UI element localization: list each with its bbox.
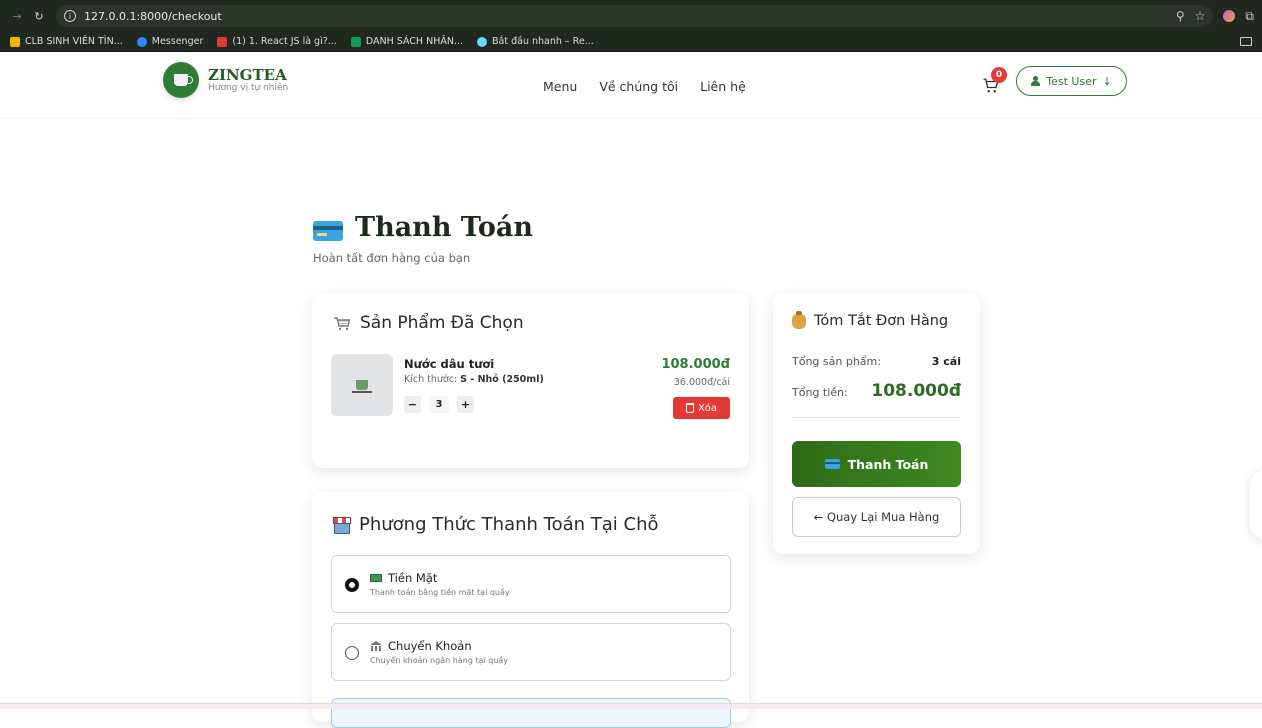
total-value: 108.000đ xyxy=(871,381,961,401)
cart-count-badge: 0 xyxy=(991,67,1007,83)
size-label: Kích thước: xyxy=(404,374,458,385)
page-title: Thanh Toán xyxy=(313,212,533,243)
bottom-bar xyxy=(0,703,1262,709)
product-size: Kích thước: S - Nhỏ (250ml) xyxy=(404,374,544,385)
checkout-label: Thanh Toán xyxy=(847,456,929,472)
size-value: S - Nhỏ (250ml) xyxy=(460,374,544,385)
checkout-button[interactable]: Thanh Toán xyxy=(792,441,961,487)
bookmark-item[interactable]: CLB SINH VIÊN TÌN... xyxy=(10,36,123,47)
url-text: 127.0.0.1:8000/checkout xyxy=(84,9,222,23)
zoom-icon[interactable]: ⚲ xyxy=(1176,9,1185,23)
floating-chat-button[interactable] xyxy=(1250,470,1262,540)
payment-method-card: Phương Thức Thanh Toán Tại Chỗ Tiền Mặt … xyxy=(312,492,749,728)
puzzle-icon[interactable]: ⧉ xyxy=(1245,9,1254,24)
user-menu-button[interactable]: Test User ↓ xyxy=(1016,66,1127,96)
page-subtitle: Hoàn tất đơn hàng của bạn xyxy=(313,251,471,265)
total-label: Tổng tiền: xyxy=(792,386,848,399)
payment-heading-text: Phương Thức Thanh Toán Tại Chỗ xyxy=(359,514,659,535)
brand-tagline: Hương vị tự nhiên xyxy=(208,83,289,93)
nav-contact[interactable]: Liên hệ xyxy=(700,79,746,94)
nav-menu[interactable]: Menu xyxy=(543,79,577,94)
bookmark-item[interactable]: (1) 1. React JS là gì?... xyxy=(217,36,337,47)
products-heading-text: Sản Phẩm Đã Chọn xyxy=(360,313,524,333)
brand-name: ZINGTEA xyxy=(208,66,287,84)
count-label: Tổng sản phẩm: xyxy=(792,355,881,368)
drive-icon xyxy=(10,36,20,47)
info-icon[interactable]: i xyxy=(64,10,76,22)
main-nav: Menu Về chúng tôi Liên hệ xyxy=(543,79,746,94)
star-icon[interactable]: ☆ xyxy=(1195,9,1206,23)
drink-icon xyxy=(352,380,372,393)
decrease-qty-button[interactable]: − xyxy=(404,396,421,413)
logo[interactable]: ZINGTEA Hương vị tự nhiên xyxy=(163,62,288,98)
payment-heading: Phương Thức Thanh Toán Tại Chỗ xyxy=(333,514,659,535)
product-unit-price: 36.000đ/cái xyxy=(673,377,730,388)
option-title-text: Tiền Mặt xyxy=(388,571,438,585)
site-header: ZINGTEA Hương vị tự nhiên Menu Về chúng … xyxy=(0,52,1262,119)
products-heading: Sản Phẩm Đã Chọn xyxy=(333,313,524,333)
bookmark-item[interactable]: DANH SÁCH NHÂN... xyxy=(350,36,464,47)
option-title: Chuyển Khoản xyxy=(370,639,472,653)
store-icon xyxy=(333,517,351,534)
payment-option-transfer[interactable]: Chuyển Khoản Chuyển khoản ngân hàng tại … xyxy=(331,623,731,681)
order-summary-card: Tóm Tắt Đơn Hàng Tổng sản phẩm: 3 cái Tổ… xyxy=(773,293,980,554)
cash-radio[interactable] xyxy=(345,578,359,592)
bookmarks-bar: CLB SINH VIÊN TÌN... Messenger (1) 1. Re… xyxy=(0,32,1262,52)
page-title-text: Thanh Toán xyxy=(355,212,534,243)
tea-cup-icon xyxy=(163,62,199,98)
bank-icon xyxy=(370,641,382,651)
cash-icon xyxy=(370,574,382,582)
product-total: 108.000đ xyxy=(661,357,730,372)
extension-icon[interactable] xyxy=(1223,10,1236,22)
summary-heading: Tóm Tắt Đơn Hàng xyxy=(792,310,949,329)
browser-toolbar: → ↻ i 127.0.0.1:8000/checkout ⚲ ☆ ⧉ xyxy=(0,0,1262,32)
bookmark-label: DANH SÁCH NHÂN... xyxy=(365,36,464,47)
bookmark-label: Messenger xyxy=(151,36,204,47)
selected-products-card: Sản Phẩm Đã Chọn Nước dâu tươi Kích thướ… xyxy=(312,293,749,468)
shopping-cart-icon xyxy=(334,316,350,330)
quantity-value: 3 xyxy=(429,396,449,413)
nav-about[interactable]: Về chúng tôi xyxy=(599,79,678,94)
summary-count-row: Tổng sản phẩm: 3 cái xyxy=(792,355,961,368)
reload-icon[interactable]: ↻ xyxy=(30,7,48,25)
arrow-down-icon: ↓ xyxy=(1102,74,1112,88)
increase-qty-button[interactable]: + xyxy=(457,396,474,413)
quantity-stepper: − 3 + xyxy=(404,396,474,413)
youtube-icon xyxy=(217,36,228,47)
option-title-text: Chuyển Khoản xyxy=(388,639,472,653)
bookmark-label: CLB SINH VIÊN TÌN... xyxy=(25,36,123,47)
product-name: Nước dâu tươi xyxy=(404,357,495,371)
divider xyxy=(792,417,961,418)
bookmark-item[interactable]: Bắt đầu nhanh – Re... xyxy=(477,36,594,47)
option-title: Tiền Mặt xyxy=(370,571,437,585)
payment-option-cash[interactable]: Tiền Mặt Thanh toán bằng tiền mặt tại qu… xyxy=(331,555,731,613)
transfer-radio[interactable] xyxy=(345,646,359,660)
react-icon xyxy=(477,36,488,47)
bookmark-label: (1) 1. React JS là gì?... xyxy=(232,36,337,47)
trash-icon xyxy=(685,403,694,413)
option-description: Thanh toán bằng tiền mặt tại quầy xyxy=(370,588,510,597)
product-image xyxy=(331,354,393,416)
summary-heading-text: Tóm Tắt Đơn Hàng xyxy=(814,313,949,329)
count-value: 3 cái xyxy=(931,355,961,368)
bookmark-item[interactable]: Messenger xyxy=(136,36,204,47)
folder-icon[interactable] xyxy=(1240,37,1252,46)
option-description: Chuyển khoản ngân hàng tại quầy xyxy=(370,656,509,665)
address-bar[interactable]: i 127.0.0.1:8000/checkout ⚲ ☆ xyxy=(56,5,1214,27)
back-to-shop-button[interactable]: ← Quay Lại Mua Hàng xyxy=(792,497,961,537)
credit-card-icon xyxy=(313,220,343,241)
sheets-icon xyxy=(350,36,361,47)
delete-label: Xóa xyxy=(697,402,718,414)
cart-button[interactable]: 0 xyxy=(982,67,1007,97)
delete-button[interactable]: Xóa xyxy=(673,397,730,419)
user-icon xyxy=(1031,76,1041,86)
summary-total-row: Tổng tiền: 108.000đ xyxy=(792,381,961,401)
money-bag-icon xyxy=(792,310,806,329)
back-arrow-icon[interactable]: → xyxy=(8,7,26,25)
credit-card-icon xyxy=(824,459,840,469)
messenger-icon xyxy=(136,36,147,47)
bookmark-label: Bắt đầu nhanh – Re... xyxy=(492,36,594,47)
user-name: Test User xyxy=(1046,74,1097,88)
